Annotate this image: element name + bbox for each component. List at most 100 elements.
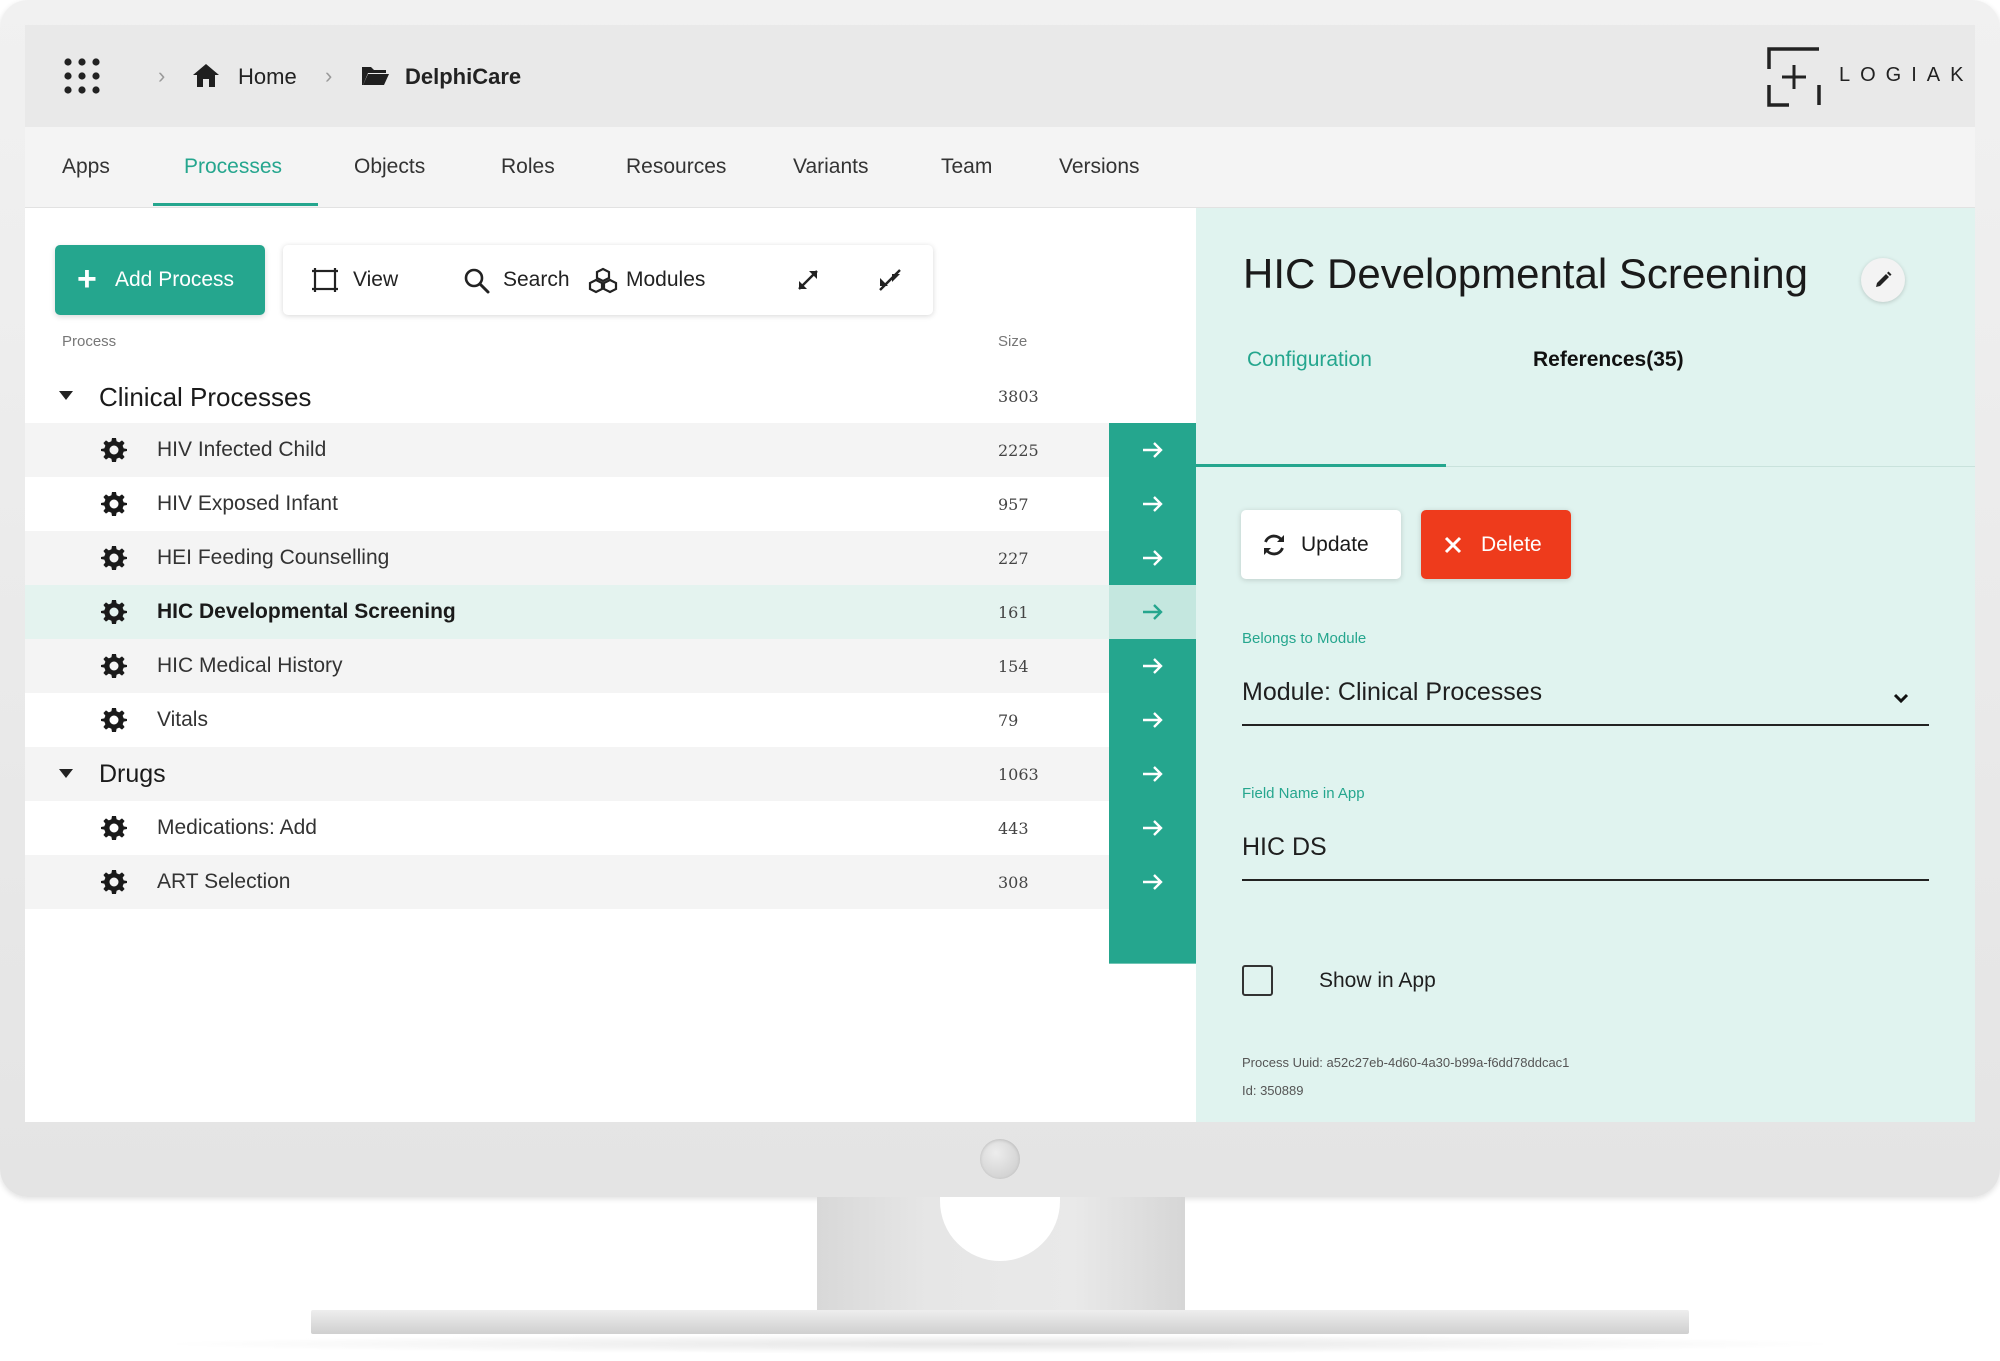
process-id: Id: 350889 (1242, 1083, 1304, 1098)
process-size: 161 (998, 603, 1029, 622)
delete-button[interactable]: Delete (1421, 510, 1571, 579)
monitor-power-dot (980, 1139, 1020, 1179)
apps-grid-icon[interactable] (63, 57, 101, 95)
open-process-button[interactable] (1109, 477, 1196, 532)
process-size: 957 (998, 495, 1029, 514)
modules-label: Modules (626, 268, 706, 291)
process-name: HIV Infected Child (157, 438, 327, 461)
caret-down-icon[interactable] (59, 391, 73, 400)
edit-title-button[interactable] (1861, 258, 1905, 302)
monitor-shadow (150, 1334, 1850, 1354)
gear-icon (101, 708, 127, 732)
breadcrumb-project[interactable]: DelphiCare (405, 64, 521, 90)
tab-roles[interactable]: Roles (501, 127, 555, 207)
process-size: 154 (998, 657, 1029, 676)
folder-icon (362, 67, 389, 85)
gear-icon (101, 600, 127, 624)
module-select-value: Module: Clinical Processes (1242, 678, 1543, 706)
gear-icon (101, 438, 127, 462)
pencil-icon (1876, 271, 1892, 287)
field-name-value: HIC DS (1242, 833, 1327, 861)
tab-versions[interactable]: Versions (1059, 127, 1140, 207)
tab-apps[interactable]: Apps (62, 127, 110, 207)
arrow-right-icon (1143, 604, 1163, 620)
detail-title: HIC Developmental Screening (1243, 250, 1808, 297)
table-row[interactable]: HIV Infected Child 2225 (25, 423, 1196, 478)
tab-processes[interactable]: Processes (184, 127, 282, 207)
group-name: Clinical Processes (99, 382, 312, 412)
table-row[interactable]: HEI Feeding Counselling 227 (25, 531, 1196, 586)
open-process-button[interactable] (1109, 531, 1196, 586)
field-name-input[interactable]: HIC DS (1242, 823, 1929, 881)
open-process-button[interactable] (1109, 909, 1196, 964)
open-process-button[interactable] (1109, 801, 1196, 856)
table-row[interactable]: ART Selection 308 (25, 855, 1196, 910)
add-process-button[interactable]: + Add Process (55, 245, 265, 315)
table-row[interactable]: Vitals 79 (25, 693, 1196, 748)
chevron-right-icon: › (158, 63, 166, 88)
modules-icon (588, 267, 618, 294)
update-label: Update (1301, 533, 1369, 556)
search-button[interactable]: Search (433, 245, 570, 315)
process-size: 443 (998, 819, 1029, 838)
process-size: 79 (998, 711, 1019, 730)
process-size: 227 (998, 549, 1029, 568)
table-row[interactable]: HIV Exposed Infant 957 (25, 477, 1196, 532)
module-select[interactable]: Module: Clinical Processes (1242, 668, 1929, 726)
expand-all-button[interactable] (783, 245, 833, 315)
tab-team[interactable]: Team (941, 127, 992, 207)
show-in-app-label[interactable]: Show in App (1319, 969, 1436, 993)
main-tabs: Apps Processes Objects Roles Resources V… (25, 127, 1975, 208)
tab-objects[interactable]: Objects (354, 127, 425, 207)
table-row-selected[interactable]: HIC Developmental Screening 161 (25, 585, 1196, 640)
tab-configuration[interactable]: Configuration (1247, 348, 1372, 372)
open-group-button[interactable] (1109, 747, 1196, 802)
tab-variants[interactable]: Variants (793, 127, 868, 207)
gear-icon (101, 546, 127, 570)
modules-button[interactable]: Modules (578, 245, 728, 315)
process-name: HIC Medical History (157, 654, 343, 677)
process-name: Medications: Add (157, 816, 317, 839)
process-list-pane: + Add Process View Search Modules Proces… (25, 208, 1196, 1122)
caret-down-icon[interactable] (59, 769, 73, 778)
open-process-button[interactable] (1109, 585, 1196, 640)
gear-icon (101, 654, 127, 678)
arrow-right-icon (1143, 712, 1163, 728)
breadcrumb-home[interactable]: Home (238, 64, 297, 90)
collapse-all-button[interactable] (865, 245, 915, 315)
process-name: ART Selection (157, 870, 291, 893)
view-label: View (353, 268, 399, 291)
search-icon (464, 268, 490, 294)
field-name-label: Field Name in App (1242, 785, 1365, 802)
tab-references[interactable]: References(35) (1533, 348, 1684, 372)
arrow-right-icon (1143, 874, 1163, 890)
tab-resources[interactable]: Resources (626, 127, 726, 207)
active-tab-indicator (153, 203, 318, 206)
table-row[interactable]: Medications: Add 443 (25, 801, 1196, 856)
open-process-button[interactable] (1109, 693, 1196, 748)
open-process-button[interactable] (1109, 423, 1196, 478)
group-row-drugs[interactable]: Drugs 1063 (25, 747, 1196, 802)
table-row-partial[interactable] (25, 909, 1196, 964)
home-icon[interactable] (191, 61, 221, 89)
group-row-clinical-processes[interactable]: Clinical Processes 3803 (25, 369, 1196, 423)
column-header-size: Size (998, 333, 1028, 350)
open-process-button[interactable] (1109, 639, 1196, 694)
gear-icon (101, 816, 127, 840)
module-field-label: Belongs to Module (1242, 630, 1367, 647)
refresh-icon (1264, 534, 1284, 556)
update-button[interactable]: Update (1241, 510, 1401, 579)
table-row[interactable]: HIC Medical History 154 (25, 639, 1196, 694)
top-bar: › Home › DelphiCare LOGIAK (25, 25, 1975, 127)
group-size: 3803 (998, 387, 1039, 406)
view-button[interactable]: View (283, 245, 413, 315)
column-header-process: Process (62, 333, 117, 350)
group-size: 1063 (998, 765, 1039, 784)
arrow-right-icon (1143, 442, 1163, 458)
process-name: HIV Exposed Infant (157, 492, 338, 515)
show-in-app-checkbox[interactable] (1242, 965, 1273, 996)
chevron-down-icon (1893, 693, 1909, 704)
gear-icon (101, 492, 127, 516)
chevron-right-icon: › (325, 63, 333, 88)
open-process-button[interactable] (1109, 855, 1196, 910)
